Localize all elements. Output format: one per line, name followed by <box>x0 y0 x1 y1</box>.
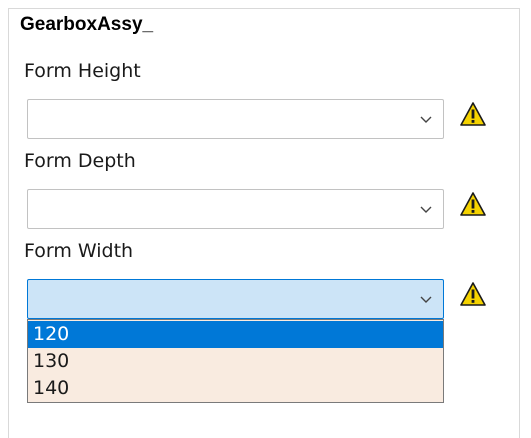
parameter-panel: GearboxAssy_ Form Height Form Depth Form… <box>0 0 531 438</box>
form-height-label: Form Height <box>24 60 141 82</box>
panel-title: GearboxAssy_ <box>20 14 154 35</box>
form-width-label: Form Width <box>24 240 134 262</box>
chevron-down-icon[interactable] <box>417 291 435 309</box>
dropdown-option[interactable]: 140 <box>28 375 443 402</box>
form-depth-label: Form Depth <box>24 150 136 172</box>
chevron-down-icon[interactable] <box>417 111 435 129</box>
warning-triangle-icon <box>460 102 486 126</box>
form-width-combo[interactable] <box>27 279 444 319</box>
panel-border-right <box>519 8 520 438</box>
warning-triangle-icon <box>460 282 486 306</box>
form-height-combo[interactable] <box>27 99 444 139</box>
dropdown-option[interactable]: 120 <box>28 321 443 348</box>
warning-triangle-icon <box>460 192 486 216</box>
panel-border-left <box>8 8 9 438</box>
panel-border-top <box>8 8 520 9</box>
form-depth-combo[interactable] <box>27 189 444 229</box>
chevron-down-icon[interactable] <box>417 201 435 219</box>
form-width-dropdown-list: 120 130 140 <box>27 319 444 403</box>
dropdown-option[interactable]: 130 <box>28 348 443 375</box>
